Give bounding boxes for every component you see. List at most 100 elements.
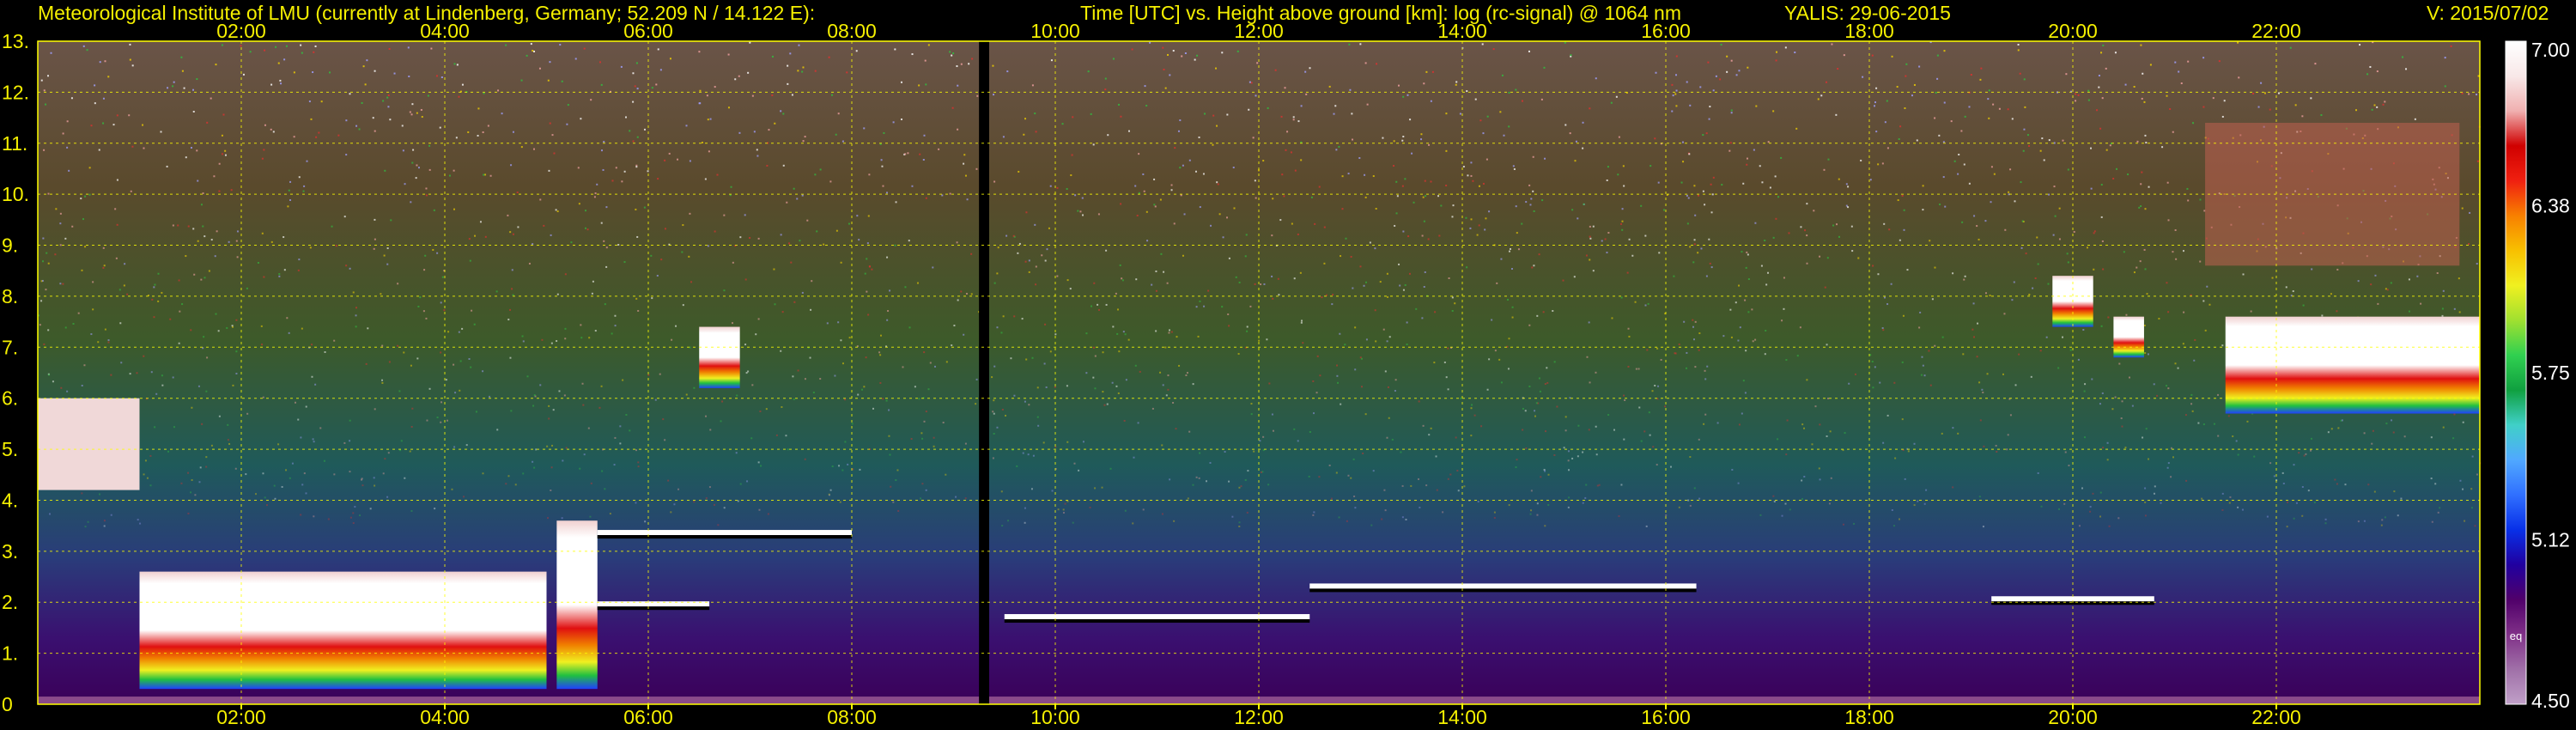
noise-dot (1563, 447, 1565, 449)
noise-dot (2314, 63, 2317, 65)
noise-dot (386, 496, 389, 498)
axes-title: Time [UTC] vs. Height above ground [km]:… (1080, 2, 1681, 24)
noise-dot (549, 61, 551, 64)
noise-dot (1850, 225, 1853, 228)
noise-dot (1255, 94, 1257, 97)
noise-dot (738, 75, 740, 77)
noise-dot (2273, 475, 2275, 478)
noise-dot (1364, 62, 1367, 64)
noise-dot (2100, 184, 2103, 186)
noise-dot (260, 325, 263, 327)
noise-dot (993, 180, 996, 183)
noise-dot (507, 475, 510, 478)
noise-dot (949, 192, 951, 195)
noise-dot (541, 338, 544, 341)
noise-dot (1652, 446, 1655, 448)
noise-dot (1174, 147, 1176, 149)
noise-dot (2089, 510, 2092, 513)
noise-dot (124, 263, 126, 265)
noise-dot (1911, 94, 1913, 97)
noise-dot (966, 198, 969, 201)
noise-dot (1837, 68, 1839, 70)
noise-dot (1034, 223, 1036, 226)
noise-dot (46, 252, 48, 254)
noise-dot (1094, 355, 1097, 357)
noise-dot (104, 60, 106, 63)
noise-dot (434, 508, 436, 510)
noise-dot (1035, 131, 1037, 133)
noise-dot (1410, 484, 1413, 487)
noise-dot (512, 233, 514, 235)
noise-dot (2327, 431, 2330, 434)
noise-dot (1990, 201, 1992, 204)
noise-dot (1266, 338, 1268, 341)
noise-dot (283, 236, 285, 239)
noise-dot (2039, 149, 2042, 152)
noise-dot (904, 153, 907, 155)
noise-dot (1875, 131, 1878, 133)
noise-dot (440, 351, 442, 354)
noise-dot (172, 85, 174, 88)
noise-dot (1155, 330, 1157, 332)
noise-dot (205, 390, 208, 392)
noise-dot (161, 374, 163, 377)
noise-dot (218, 162, 221, 165)
noise-dot (914, 386, 916, 388)
noise-dot (1134, 364, 1137, 367)
noise-dot (2065, 73, 2068, 76)
noise-dot (1543, 66, 1546, 69)
noise-dot (1024, 118, 1027, 120)
noise-dot (611, 332, 613, 335)
noise-dot (927, 44, 930, 46)
lidar-heatmap-chart: 02:0002:0004:0004:0006:0006:0008:0008:00… (2, 20, 2570, 728)
noise-dot (1123, 419, 1126, 422)
noise-dot (343, 441, 346, 444)
noise-dot (1826, 257, 1829, 259)
noise-dot (1401, 139, 1404, 142)
noise-dot (1577, 424, 1580, 427)
noise-dot (1977, 322, 1979, 325)
noise-dot (453, 169, 455, 172)
noise-dot (2099, 491, 2102, 494)
noise-dot (2144, 352, 2147, 355)
noise-dot (1394, 390, 1396, 392)
noise-dot (441, 276, 444, 278)
noise-dot (2020, 181, 2022, 184)
noise-dot (2355, 109, 2358, 112)
noise-dot (512, 294, 514, 296)
noise-dot (262, 472, 264, 475)
noise-dot (1934, 266, 1936, 269)
noise-dot (143, 355, 145, 357)
noise-dot (1857, 257, 1860, 259)
noise-dot (2206, 285, 2208, 288)
noise-dot (1480, 425, 1483, 428)
noise-dot (1589, 225, 1591, 228)
noise-dot (1155, 289, 1157, 292)
noise-dot (802, 66, 805, 69)
noise-dot (1240, 485, 1242, 488)
noise-dot (1943, 50, 1946, 52)
noise-dot (561, 517, 563, 520)
noise-dot (550, 342, 553, 344)
noise-dot (193, 273, 196, 276)
noise-dot (1428, 434, 1431, 436)
noise-dot (1027, 453, 1030, 456)
noise-dot (2235, 440, 2238, 442)
noise-dot (179, 310, 181, 313)
noise-dot (1801, 498, 1803, 501)
noise-dot (2470, 507, 2473, 509)
noise-dot (605, 206, 608, 209)
noise-dot (293, 71, 295, 74)
noise-dot (635, 502, 637, 504)
noise-dot (1218, 213, 1221, 216)
noise-dot (415, 177, 417, 179)
institute-title: Meteorological Institute of LMU (current… (38, 2, 816, 24)
noise-dot (417, 167, 420, 169)
noise-dot (1197, 335, 1200, 338)
noise-dot (512, 131, 514, 133)
noise-dot (2102, 268, 2105, 271)
noise-dot (1139, 370, 1141, 373)
noise-dot (1836, 223, 1838, 226)
noise-dot (333, 339, 336, 342)
noise-dot (2246, 420, 2249, 423)
